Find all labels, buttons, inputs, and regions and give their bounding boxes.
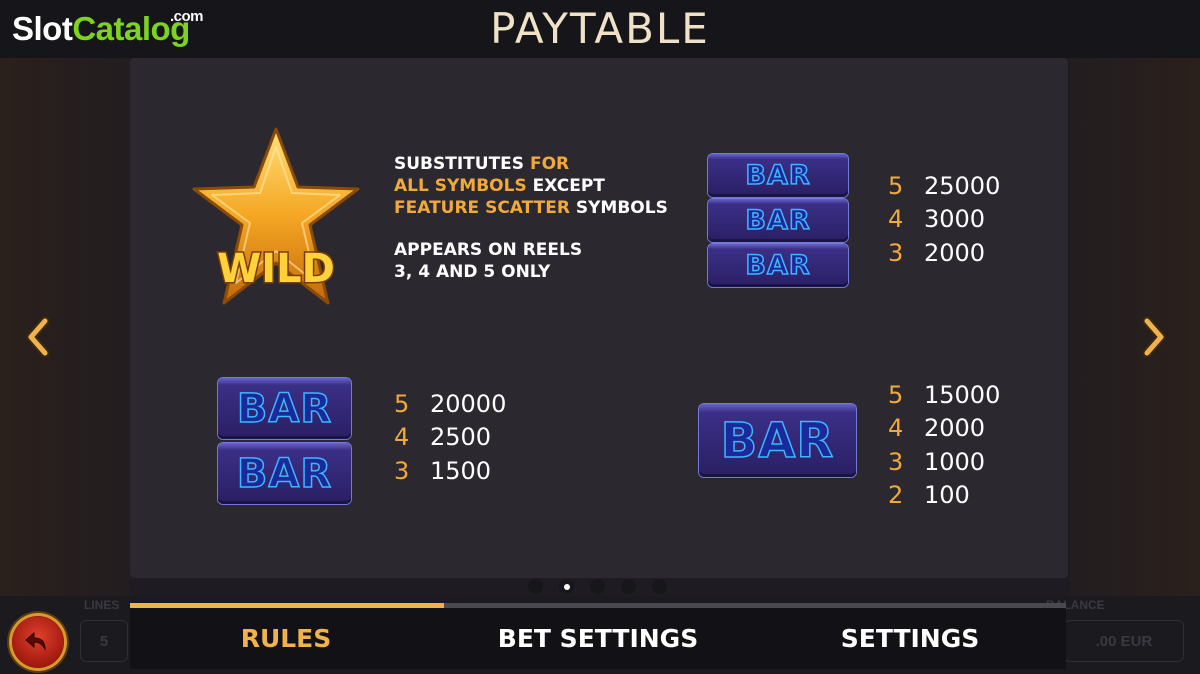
single-bar-paytable: 5 15000 4 2000 3 1000 2 100	[888, 378, 1000, 512]
pay-count: 3	[394, 456, 410, 485]
double-bar-paytable: 5 20000 4 2500 3 1500	[394, 387, 506, 488]
bar-label: BAR	[720, 412, 835, 470]
hud-lines-value-text: 5	[99, 632, 109, 650]
chevron-right-icon	[1142, 316, 1166, 358]
pay-value: 2000	[924, 414, 986, 443]
triple-bar-paytable: 5 25000 4 3000 3 2000	[888, 169, 1000, 270]
hud-lines-label: LINES	[84, 598, 120, 612]
pay-value: 2000	[924, 238, 986, 267]
page-dot[interactable]	[652, 579, 667, 594]
double-bar-symbol-1: BAR	[218, 378, 351, 439]
tab-settings[interactable]: SETTINGS	[754, 608, 1066, 669]
bar-label: BAR	[745, 249, 811, 282]
pay-count: 3	[888, 447, 904, 476]
top-bar: SlotCatalog .com PAYTABLE	[0, 0, 1200, 58]
pay-count: 5	[888, 380, 904, 409]
back-arrow-icon	[25, 631, 46, 651]
wild-line2-b: EXCEPT	[532, 176, 605, 196]
pay-row: 5 15000	[888, 378, 1000, 412]
back-button[interactable]	[12, 616, 64, 668]
pay-row: 4 2500	[394, 421, 506, 455]
pay-count: 4	[888, 205, 904, 234]
page-dot[interactable]	[528, 579, 543, 594]
wild-line5: 3, 4 AND 5 ONLY	[394, 262, 551, 282]
hud-lines-value: 5	[80, 620, 128, 662]
hud-balance-value-text: .00 EUR	[1095, 632, 1153, 650]
triple-bar-symbol-3: BAR	[708, 244, 848, 287]
wild-line4: APPEARS ON REELS	[394, 240, 583, 260]
hud-balance-value: .00 EUR	[1064, 620, 1184, 662]
pay-count: 5	[888, 171, 904, 200]
pay-count: 3	[888, 238, 904, 267]
tab-bet-settings[interactable]: BET SETTINGS	[442, 608, 754, 669]
pay-count: 4	[888, 414, 904, 443]
bar-label: BAR	[745, 159, 811, 192]
wild-line1-a: SUBSTITUTES	[394, 154, 525, 174]
pay-value: 1000	[924, 447, 986, 476]
pay-value: 2500	[430, 423, 492, 452]
pay-row: 3 2000	[888, 236, 1000, 270]
triple-bar-symbol-1: BAR	[708, 154, 848, 197]
pay-row: 5 20000	[394, 387, 506, 421]
page-dot-active[interactable]	[559, 579, 574, 594]
triple-bar-symbol-2: BAR	[708, 199, 848, 242]
double-bar-symbol-2: BAR	[218, 443, 351, 504]
pay-count: 2	[888, 481, 904, 510]
pay-row: 3 1500	[394, 454, 506, 488]
wild-line2-a: ALL SYMBOLS	[394, 176, 527, 196]
pay-value: 15000	[924, 380, 1001, 409]
bar-label: BAR	[745, 204, 811, 237]
pay-row: 5 25000	[888, 169, 1000, 203]
pagination-dots	[528, 579, 667, 594]
pay-row: 4 3000	[888, 203, 1000, 237]
pay-value: 3000	[924, 205, 986, 234]
star-icon: WILD	[192, 127, 360, 305]
bar-label: BAR	[236, 450, 333, 498]
chevron-left-icon	[26, 316, 50, 358]
wild-line3-b: SYMBOLS	[575, 198, 668, 218]
pay-count: 5	[394, 389, 410, 418]
pay-row: 4 2000	[888, 412, 1000, 446]
page-dot[interactable]	[621, 579, 636, 594]
pay-value: 20000	[430, 389, 507, 418]
wild-label: WILD	[217, 246, 335, 292]
single-bar-symbol: BAR	[699, 404, 856, 477]
next-page-button[interactable]	[1134, 314, 1174, 360]
tab-rules[interactable]: RULES	[130, 608, 442, 669]
pay-count: 4	[394, 423, 410, 452]
wild-line3-a: FEATURE SCATTER	[394, 198, 570, 218]
pay-row: 3 1000	[888, 445, 1000, 479]
page-title: PAYTABLE	[490, 4, 710, 53]
wild-description: SUBSTITUTES FOR ALL SYMBOLS EXCEPT FEATU…	[394, 153, 668, 303]
wild-substitute-text: SUBSTITUTES FOR ALL SYMBOLS EXCEPT FEATU…	[394, 153, 668, 219]
bottom-tabs: RULES BET SETTINGS SETTINGS	[130, 603, 1066, 669]
prev-page-button[interactable]	[18, 314, 58, 360]
bar-label: BAR	[236, 385, 333, 433]
pay-row: 2 100	[888, 479, 1000, 513]
wild-symbol: WILD	[192, 125, 360, 310]
pay-value: 1500	[430, 456, 492, 485]
pay-value: 25000	[924, 171, 1001, 200]
pay-value: 100	[924, 481, 970, 510]
wild-reels-text: APPEARS ON REELS 3, 4 AND 5 ONLY	[394, 239, 668, 283]
wild-line1-b: FOR	[529, 154, 570, 174]
page-dot[interactable]	[590, 579, 605, 594]
